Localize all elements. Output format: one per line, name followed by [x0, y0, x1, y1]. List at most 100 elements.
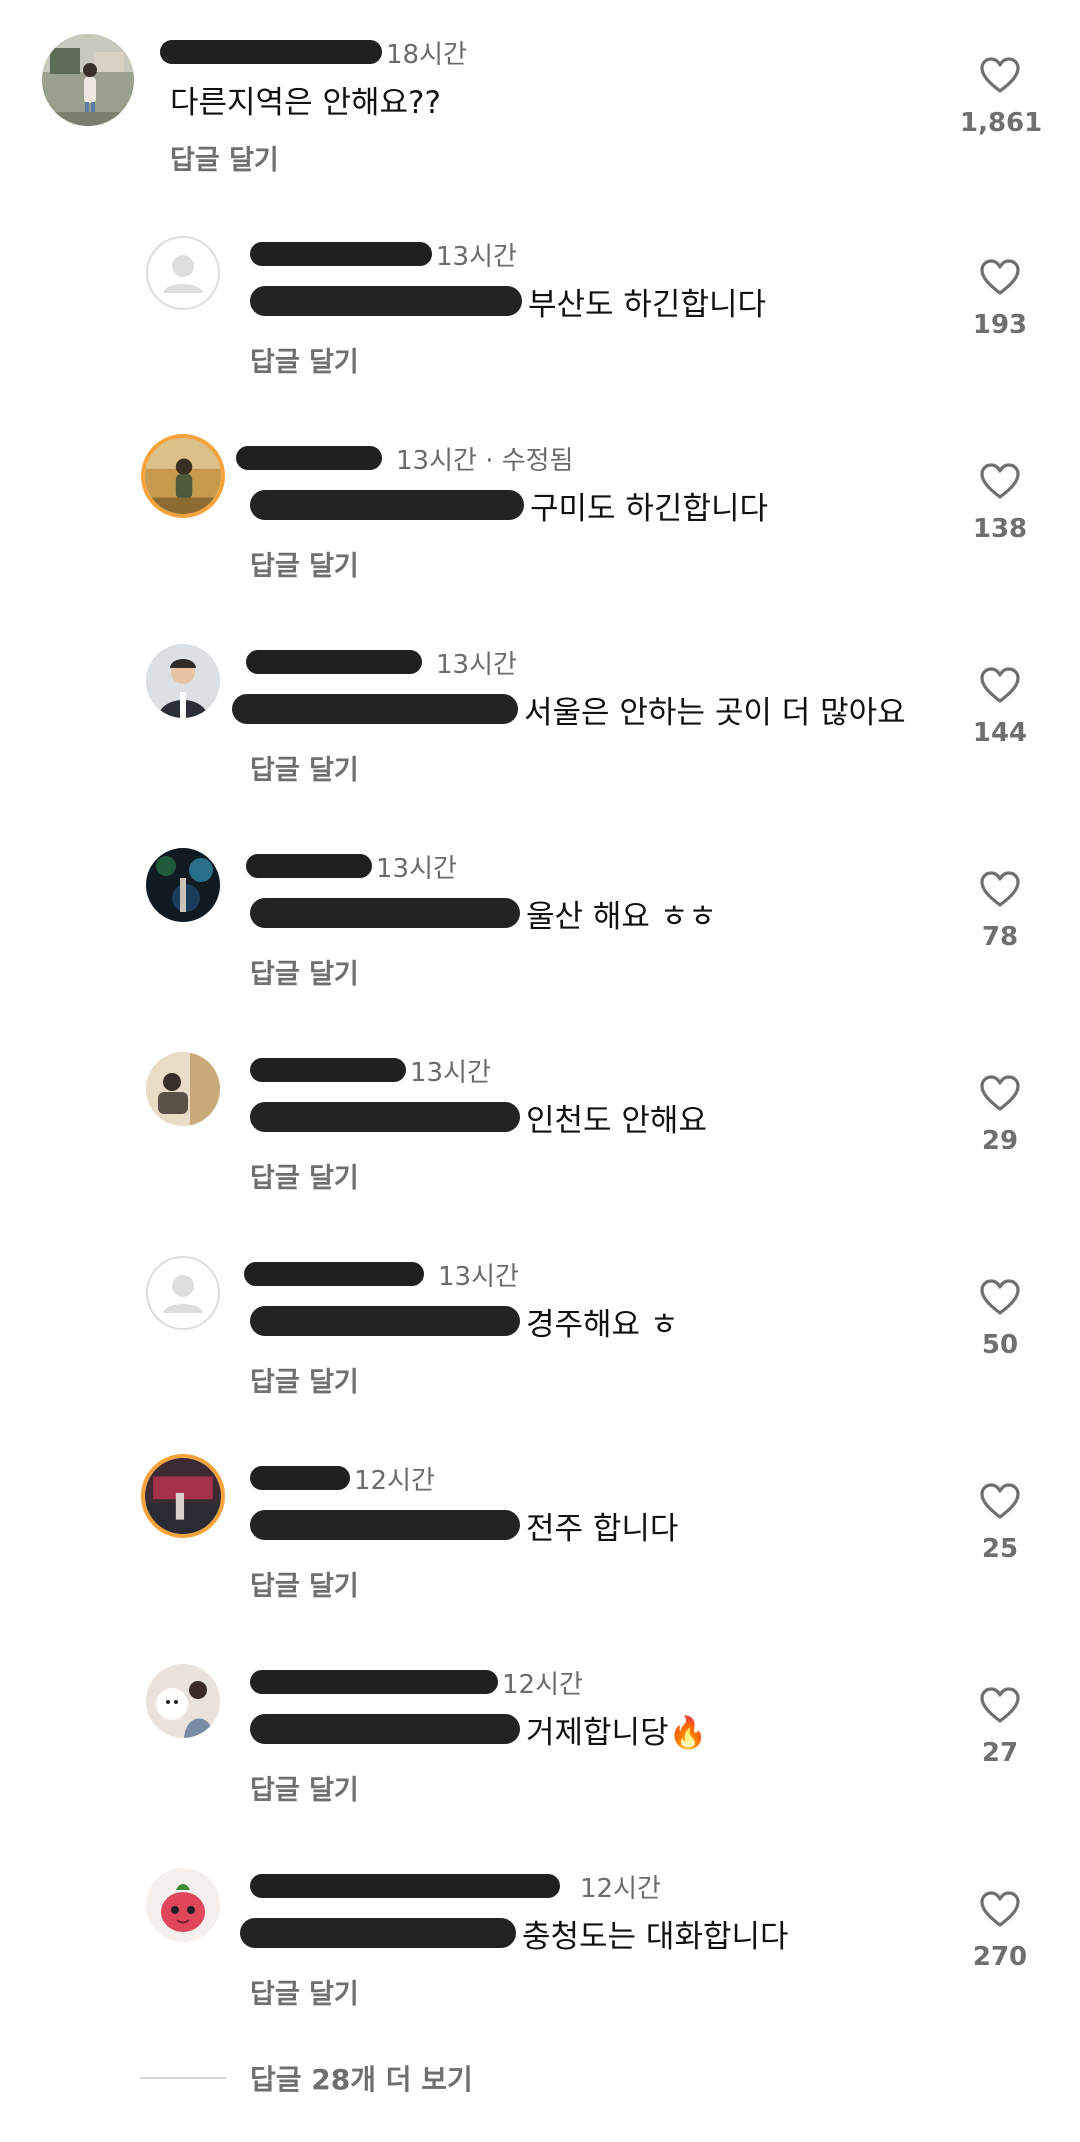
like-count: 50	[981, 1330, 1019, 1360]
comment-time: 13시간 · 수정됨	[396, 445, 574, 476]
avatar[interactable]	[146, 236, 220, 310]
reply-comment: 13시간 울산 해요 ㅎㅎ 답글 달기 78	[0, 848, 1080, 1048]
like-button[interactable]: 50	[960, 1278, 1040, 1360]
reply-button[interactable]: 답글 달기	[250, 544, 359, 583]
reply-button[interactable]: 답글 달기	[250, 1156, 359, 1195]
redacted-mention[interactable]	[250, 490, 524, 520]
redacted-username[interactable]	[250, 1466, 350, 1490]
like-count: 25	[981, 1534, 1019, 1564]
heart-icon	[980, 1891, 1020, 1927]
comment-time: 13시간	[436, 649, 517, 680]
comment-meta: 13시간	[246, 644, 517, 680]
avatar[interactable]	[146, 1052, 220, 1126]
like-count: 78	[981, 922, 1019, 952]
avatar[interactable]	[141, 434, 225, 518]
comment-meta: 13시간	[250, 1052, 491, 1088]
reply-button[interactable]: 답글 달기	[250, 1972, 359, 2011]
like-button[interactable]: 270	[960, 1890, 1040, 1972]
avatar[interactable]	[146, 848, 220, 922]
comment-body: 구미도 하긴합니다	[250, 482, 768, 528]
redacted-username[interactable]	[250, 1874, 560, 1898]
like-button[interactable]: 29	[960, 1074, 1040, 1156]
like-count: 193	[972, 310, 1028, 340]
comment-text: 부산도 하긴합니다	[528, 286, 767, 323]
redacted-username[interactable]	[246, 650, 422, 674]
redacted-username[interactable]	[160, 40, 382, 64]
redacted-mention[interactable]	[232, 694, 518, 724]
redacted-username[interactable]	[250, 1670, 498, 1694]
comment-text: 충청도는 대화합니다	[522, 1918, 789, 1955]
redacted-mention[interactable]	[240, 1918, 516, 1948]
redacted-username[interactable]	[246, 854, 372, 878]
redacted-mention[interactable]	[250, 286, 522, 316]
comment-body: 울산 해요 ㅎㅎ	[250, 890, 717, 936]
reply-button[interactable]: 답글 달기	[250, 952, 359, 991]
comment-body: 부산도 하긴합니다	[250, 278, 766, 324]
avatar[interactable]	[146, 1256, 220, 1330]
comment-time: 13시간	[410, 1057, 491, 1088]
user-photo-avatar	[146, 1868, 220, 1942]
avatar[interactable]	[146, 644, 220, 718]
reply-comment: 12시간 전주 합니다 답글 달기 25	[0, 1454, 1080, 1660]
user-photo-avatar	[146, 848, 220, 922]
user-photo-avatar	[145, 438, 221, 514]
heart-icon	[980, 1279, 1020, 1315]
redacted-mention[interactable]	[250, 898, 520, 928]
comment-body: 경주해요 ㅎ	[250, 1298, 678, 1344]
comment-body: 다른지역은 안해요??	[170, 76, 441, 122]
user-photo-avatar	[146, 1052, 220, 1126]
redacted-username[interactable]	[236, 446, 382, 470]
like-button[interactable]: 193	[960, 258, 1040, 340]
like-button[interactable]: 27	[960, 1686, 1040, 1768]
default-avatar-icon	[146, 1256, 220, 1330]
redacted-username[interactable]	[244, 1262, 424, 1286]
reply-button[interactable]: 답글 달기	[250, 1768, 359, 1807]
redacted-username[interactable]	[250, 242, 432, 266]
comment-time: 13시간	[436, 241, 517, 272]
heart-icon	[980, 1075, 1020, 1111]
like-count: 270	[972, 1942, 1028, 1972]
reply-button[interactable]: 답글 달기	[250, 748, 359, 787]
like-count: 1,861	[960, 108, 1043, 138]
comment-body: 충청도는 대화합니다	[240, 1910, 789, 1956]
reply-button[interactable]: 답글 달기	[250, 1564, 359, 1603]
avatar[interactable]	[146, 1664, 220, 1738]
avatar[interactable]	[42, 34, 134, 126]
reply-comment: 12시간 거제합니당🔥 답글 달기 27	[0, 1664, 1080, 1864]
like-button[interactable]: 78	[960, 870, 1040, 952]
user-photo-avatar	[42, 34, 134, 126]
like-button[interactable]: 138	[960, 462, 1040, 544]
heart-icon	[980, 1687, 1020, 1723]
view-more-replies-button[interactable]: 답글 28개 더 보기	[250, 2058, 473, 2098]
reply-button[interactable]: 답글 달기	[250, 1360, 359, 1399]
redacted-mention[interactable]	[250, 1306, 520, 1336]
avatar[interactable]	[141, 1454, 225, 1538]
redacted-username[interactable]	[250, 1058, 406, 1082]
comment-time: 12시간	[354, 1465, 435, 1496]
reply-button[interactable]: 답글 달기	[250, 340, 359, 379]
comment-time: 12시간	[502, 1669, 583, 1700]
comment-meta: 13시간 · 수정됨	[236, 440, 573, 476]
comment-text: 거제합니당🔥	[526, 1714, 708, 1751]
comment-meta: 12시간	[250, 1460, 435, 1496]
reply-comment: 13시간 인천도 안해요 답글 달기 29	[0, 1052, 1080, 1252]
comment-meta: 12시간	[250, 1868, 661, 1904]
like-button[interactable]: 25	[960, 1482, 1040, 1564]
like-button[interactable]: 1,861	[960, 56, 1043, 138]
like-count: 138	[972, 514, 1028, 544]
comment-meta: 13시간	[244, 1256, 519, 1292]
redacted-mention[interactable]	[250, 1510, 520, 1540]
avatar[interactable]	[146, 1868, 220, 1942]
user-photo-avatar	[145, 1458, 221, 1534]
reply-comment: 13시간 · 수정됨 구미도 하긴합니다 답글 달기 138	[0, 434, 1080, 640]
redacted-mention[interactable]	[250, 1102, 520, 1132]
heart-icon	[980, 463, 1020, 499]
redacted-mention[interactable]	[250, 1714, 520, 1744]
comment-time: 13시간	[376, 853, 457, 884]
reply-button[interactable]: 답글 달기	[170, 138, 279, 177]
heart-icon	[980, 871, 1020, 907]
comment-body: 서울은 안하는 곳이 더 많아요	[232, 686, 906, 732]
heart-icon	[980, 57, 1020, 93]
like-button[interactable]: 144	[960, 666, 1040, 748]
reply-comment: 12시간 충청도는 대화합니다 답글 달기 270	[0, 1868, 1080, 2068]
